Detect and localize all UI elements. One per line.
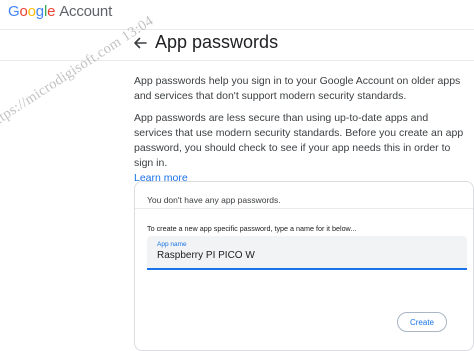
logo-letter: e [47,3,56,20]
account-label: Account [59,3,113,20]
intro-paragraph: App passwords help you sign in to your G… [134,75,461,102]
logo-letter: o [27,3,36,20]
logo-letter: o [19,3,28,20]
warning-paragraph: App passwords are less secure than using… [134,111,466,186]
logo-letter: g [35,3,44,20]
google-account-logo[interactable]: Google Account [8,3,112,20]
card-divider [135,208,473,209]
app-name-label: App name [157,241,187,248]
no-passwords-message: You don't have any app passwords. [147,195,281,205]
app-passwords-card: You don't have any app passwords. To cre… [134,181,474,351]
arrow-left-icon[interactable] [130,33,150,53]
create-button[interactable]: Create [397,312,447,332]
create-instructions: To create a new app specific password, t… [147,224,357,233]
logo-letter: G [8,3,20,20]
warning-text: App passwords are less secure than using… [134,112,464,169]
page-title: App passwords [155,32,279,52]
app-name-input[interactable]: App name Raspberry PI PICO W [147,236,467,270]
app-name-value[interactable]: Raspberry PI PICO W [157,250,255,261]
header-divider [0,60,474,61]
top-bar: Google Account [0,0,474,30]
